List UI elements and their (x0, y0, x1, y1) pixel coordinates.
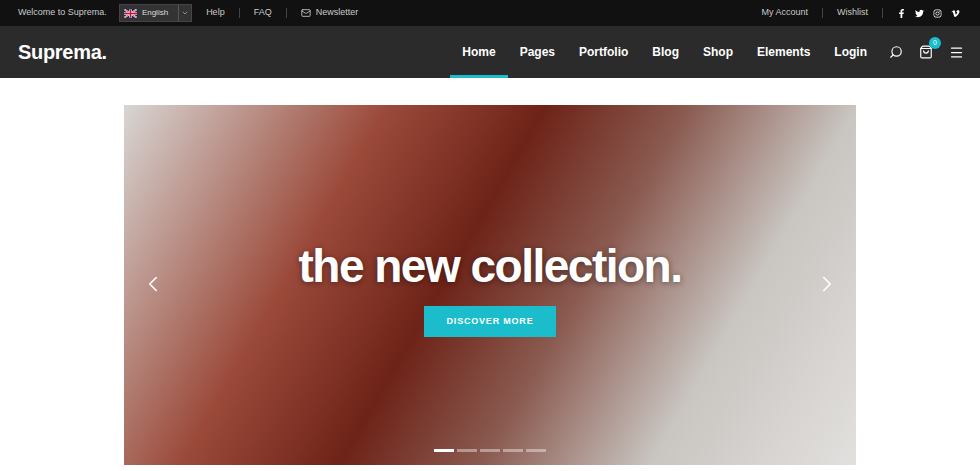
nav-item[interactable]: Pages (508, 26, 567, 78)
uk-flag-icon (124, 9, 137, 18)
discover-button[interactable]: DISCOVER MORE (424, 306, 557, 338)
slider-dot[interactable] (480, 449, 500, 452)
prev-arrow-icon[interactable] (140, 271, 166, 297)
slider-dot[interactable] (526, 449, 546, 452)
nav-item[interactable]: Portfolio (567, 26, 640, 78)
instagram-icon[interactable] (933, 9, 942, 18)
slider-dot[interactable] (503, 449, 523, 452)
separator (286, 8, 287, 18)
nav-item[interactable]: Login (822, 26, 879, 78)
logo[interactable]: Suprema. (18, 37, 107, 67)
nav-item[interactable]: Shop (691, 26, 745, 78)
envelope-icon (301, 8, 311, 18)
nav-item[interactable]: Elements (745, 26, 822, 78)
top-link[interactable]: Help (206, 6, 225, 20)
header: Suprema. HomePagesPortfolioBlogShopElemen… (0, 26, 980, 78)
main-nav: HomePagesPortfolioBlogShopElementsLogin (450, 26, 879, 78)
page: Welcome to Suprema. English Help FAQ Newslet… (0, 0, 980, 471)
slider-dot[interactable] (434, 449, 454, 452)
hero-slider: the new collection. DISCOVER MORE (124, 105, 856, 465)
language-select[interactable]: English (119, 4, 192, 22)
separator (822, 8, 823, 18)
search-icon[interactable] (889, 45, 903, 59)
hamburger-icon[interactable] (949, 45, 964, 60)
separator (882, 8, 883, 18)
nav-item[interactable]: Blog (640, 26, 691, 78)
language-label: English (142, 7, 168, 19)
hero-heading: the new collection. (298, 243, 681, 289)
account-link[interactable]: Wishlist (837, 6, 868, 20)
slider-dot[interactable] (457, 449, 477, 452)
next-arrow-icon[interactable] (814, 271, 840, 297)
top-link[interactable]: FAQ (254, 6, 272, 20)
cart-badge: 0 (929, 37, 941, 49)
caret-down-icon (181, 9, 189, 17)
slider-dots (124, 449, 856, 452)
separator (239, 8, 240, 18)
vimeo-icon[interactable] (951, 9, 960, 18)
nav-item[interactable]: Home (450, 26, 507, 78)
top-link[interactable]: Newsletter (301, 6, 359, 20)
account-link[interactable]: My Account (761, 6, 808, 20)
facebook-icon[interactable] (897, 9, 906, 18)
top-bar: Welcome to Suprema. English Help FAQ Newslet… (0, 0, 980, 26)
twitter-icon[interactable] (915, 9, 924, 18)
cart-button[interactable]: 0 (919, 45, 933, 59)
welcome-text: Welcome to Suprema. (18, 6, 107, 20)
